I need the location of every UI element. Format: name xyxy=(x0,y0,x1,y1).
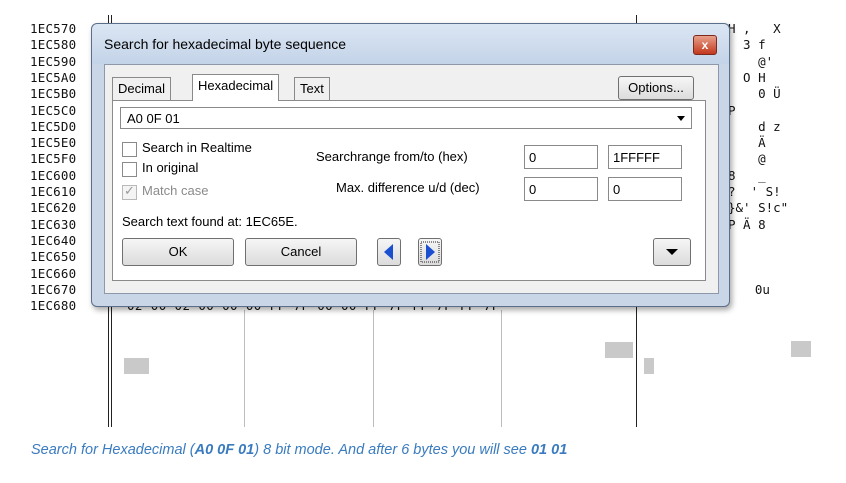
address-cell: 1EC5E0 xyxy=(30,135,77,151)
ok-button[interactable]: OK xyxy=(122,238,234,266)
tab-decimal[interactable]: Decimal xyxy=(112,77,171,100)
hex-highlight xyxy=(124,358,149,374)
status-text: Search text found at: 1EC65E. xyxy=(122,214,298,229)
difference-up-field[interactable]: 0 xyxy=(524,177,598,201)
original-label: In original xyxy=(142,160,199,175)
original-checkbox[interactable] xyxy=(122,162,137,177)
search-dialog: Search for hexadecimal byte sequence x D… xyxy=(91,23,730,307)
options-button[interactable]: Options... xyxy=(618,76,694,100)
ascii-highlight xyxy=(791,341,811,357)
address-cell: 1EC5A0 xyxy=(30,69,77,85)
close-button[interactable]: x xyxy=(693,35,717,55)
address-cell: 1EC580 xyxy=(30,37,77,53)
address-cell: 1EC5B0 xyxy=(30,86,77,102)
chevron-down-icon xyxy=(666,249,678,255)
address-cell: 1EC670 xyxy=(30,281,77,297)
caption-text: Search for Hexadecimal ( xyxy=(31,442,195,458)
address-cell: 1EC610 xyxy=(30,184,77,199)
address-cell: 1EC680 xyxy=(30,298,77,314)
ascii-cell[interactable]: O H xyxy=(728,70,766,85)
arrow-right-icon xyxy=(420,241,440,263)
match-case-checkbox[interactable] xyxy=(122,183,137,200)
caption-bold: A0 0F 01 xyxy=(194,442,255,458)
hex-column-separator xyxy=(244,310,245,427)
match-case-label: Match case xyxy=(142,183,209,198)
search-input[interactable]: A0 0F 01 xyxy=(120,107,692,129)
range-label: Searchrange from/to (hex) xyxy=(316,149,468,164)
caption-bold: 01 01 xyxy=(530,442,568,458)
ascii-highlight xyxy=(644,358,654,374)
address-cell: 1EC5C0 xyxy=(30,102,77,118)
hex-column-separator xyxy=(373,310,374,427)
find-next-button[interactable] xyxy=(418,238,442,266)
address-cell: 1EC5F0 xyxy=(30,151,77,167)
dialog-client: Decimal Hexadecimal Text Options... A0 0… xyxy=(104,64,719,294)
tab-panel: A0 0F 01 Search in Realtime In original … xyxy=(112,100,706,281)
difference-label: Max. difference u/d (dec) xyxy=(336,180,480,195)
address-cell: 1EC660 xyxy=(30,265,77,281)
ascii-cell[interactable]: 0 Ü xyxy=(728,86,781,101)
address-cell: 1EC600 xyxy=(30,167,77,183)
address-cell: 1EC5D0 xyxy=(30,118,77,134)
dialog-title: Search for hexadecimal byte sequence xyxy=(104,36,347,52)
address-cell: 1EC620 xyxy=(30,200,77,216)
range-to-field[interactable]: 1FFFFF xyxy=(608,145,682,169)
chevron-down-icon[interactable] xyxy=(677,116,685,121)
address-cell: 1EC590 xyxy=(30,53,77,69)
search-value: A0 0F 01 xyxy=(127,111,180,126)
address-cell: 1EC650 xyxy=(30,249,77,265)
address-cell: 1EC630 xyxy=(30,216,77,232)
ascii-cell[interactable]: H , X xyxy=(728,21,781,36)
caption-text: ) 8 bit mode. And after 6 bytes you will… xyxy=(254,442,531,458)
history-dropdown-button[interactable] xyxy=(653,238,691,266)
address-cell: 1EC640 xyxy=(30,232,77,248)
cancel-button[interactable]: Cancel xyxy=(245,238,357,266)
ascii-cell[interactable]: 8 _ xyxy=(728,168,766,183)
realtime-checkbox[interactable] xyxy=(122,142,137,157)
caption: Search for Hexadecimal (A0 0F 01) 8 bit … xyxy=(31,442,567,458)
find-previous-button[interactable] xyxy=(377,238,401,266)
ascii-cell[interactable]: Ä xyxy=(728,135,766,150)
tab-text[interactable]: Text xyxy=(294,77,330,100)
realtime-label: Search in Realtime xyxy=(142,140,252,155)
ascii-cell[interactable]: P Ä 8 xyxy=(728,217,766,232)
ascii-cell[interactable]: d z xyxy=(728,119,781,134)
close-icon: x xyxy=(701,38,709,52)
ascii-cell[interactable]: }&' S!c" xyxy=(728,200,788,215)
hex-highlight xyxy=(605,342,633,358)
ascii-cell[interactable]: ? ' S! xyxy=(728,184,781,199)
ascii-cell[interactable]: 3 f xyxy=(728,37,766,52)
ascii-cell[interactable]: @ xyxy=(728,151,766,166)
range-from-field[interactable]: 0 xyxy=(524,145,598,169)
arrow-left-icon xyxy=(384,244,393,260)
tab-hexadecimal[interactable]: Hexadecimal xyxy=(192,74,280,101)
ascii-cell[interactable]: @' xyxy=(728,54,773,69)
difference-down-field[interactable]: 0 xyxy=(608,177,682,201)
dialog-titlebar[interactable]: Search for hexadecimal byte sequence x xyxy=(92,24,729,64)
address-cell: 1EC570 xyxy=(30,21,77,36)
hex-column-separator xyxy=(501,310,502,427)
